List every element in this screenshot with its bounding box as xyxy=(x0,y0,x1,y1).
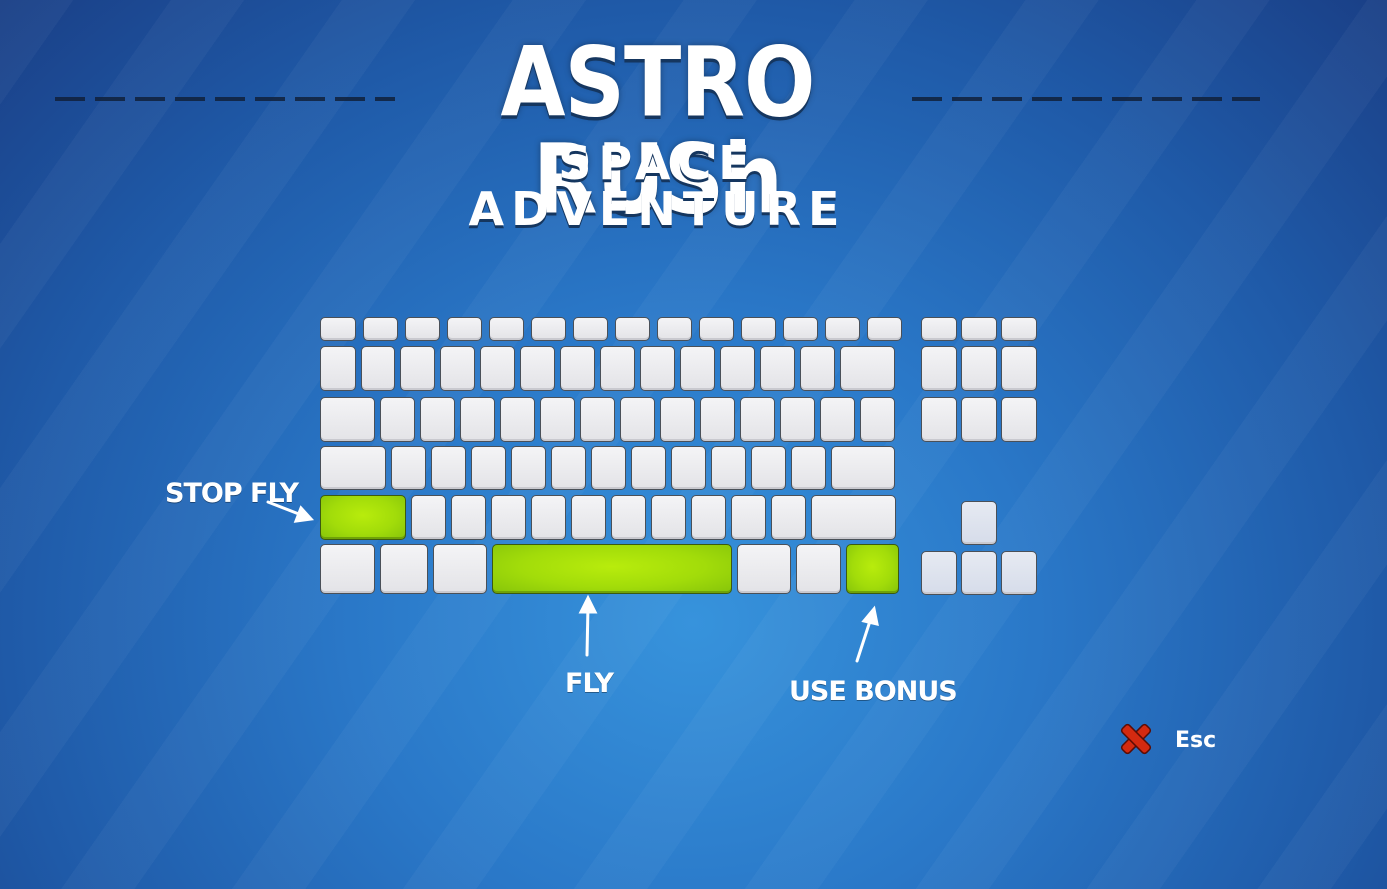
keyboard-key xyxy=(657,317,692,341)
keyboard-key xyxy=(511,446,546,490)
use-bonus-label: USE BONUS xyxy=(789,676,958,707)
keyboard-key xyxy=(961,317,997,341)
keyboard-key xyxy=(531,317,566,341)
title-divider-right xyxy=(912,97,1260,101)
keyboard-key xyxy=(711,446,746,490)
keyboard-key xyxy=(480,346,515,391)
keyboard-key xyxy=(671,446,706,490)
keyboard-key xyxy=(440,346,475,391)
keyboard-key xyxy=(860,397,895,442)
keyboard-key xyxy=(363,317,398,341)
keyboard-key xyxy=(840,346,895,391)
keyboard-key xyxy=(520,346,555,391)
keyboard-key xyxy=(800,346,835,391)
keyboard-key xyxy=(320,397,375,442)
keyboard-key xyxy=(560,346,595,391)
keyboard-key xyxy=(780,397,815,442)
keyboard-key xyxy=(571,495,606,540)
keyboard-key xyxy=(540,397,575,442)
keyboard-key xyxy=(447,317,482,341)
keyboard-key xyxy=(531,495,566,540)
arrow-right-key xyxy=(1001,551,1037,595)
keyboard-key xyxy=(1001,397,1037,442)
keyboard-key xyxy=(699,317,734,341)
keyboard-key xyxy=(361,346,395,391)
arrow-down-key xyxy=(961,551,997,595)
keyboard-key xyxy=(471,446,506,490)
keyboard-key xyxy=(825,317,860,341)
keyboard-key xyxy=(680,346,715,391)
keyboard-key xyxy=(551,446,586,490)
keyboard-key xyxy=(737,544,791,594)
fly-label: FLY xyxy=(565,668,614,699)
close-x-icon[interactable] xyxy=(1117,720,1155,758)
keyboard-key xyxy=(573,317,608,341)
keyboard-key xyxy=(651,495,686,540)
keyboard-key xyxy=(1001,317,1037,341)
keyboard-key xyxy=(491,495,526,540)
keyboard-key xyxy=(615,317,650,341)
keyboard-key xyxy=(400,346,435,391)
keyboard-key xyxy=(391,446,426,490)
keyboard-key xyxy=(771,495,806,540)
keyboard-key xyxy=(489,317,524,341)
keyboard-key xyxy=(640,346,675,391)
arrow-left-key xyxy=(921,551,957,595)
keyboard-key xyxy=(741,317,776,341)
keyboard-key xyxy=(320,446,386,490)
keyboard-key xyxy=(783,317,818,341)
keyboard-key xyxy=(1001,346,1037,391)
keyboard-key xyxy=(796,544,841,594)
keyboard-key xyxy=(320,346,356,391)
keyboard-key xyxy=(921,346,957,391)
keyboard-key xyxy=(720,346,755,391)
game-subtitle: SPACE ADVENTURE xyxy=(468,136,847,236)
keyboard-key xyxy=(867,317,902,341)
esc-label[interactable]: Esc xyxy=(1175,728,1216,753)
stop-fly-key-shift xyxy=(320,495,406,540)
keyboard-key xyxy=(620,397,655,442)
keyboard-key xyxy=(500,397,535,442)
keyboard-key xyxy=(791,446,826,490)
keyboard-key xyxy=(451,495,486,540)
keyboard-key xyxy=(731,495,766,540)
keyboard-key xyxy=(460,397,495,442)
keyboard-key xyxy=(831,446,895,490)
keyboard-key xyxy=(961,397,997,442)
keyboard-key xyxy=(433,544,487,594)
keyboard-key xyxy=(961,346,997,391)
keyboard-key xyxy=(580,397,615,442)
stop-fly-label: STOP FLY xyxy=(165,478,299,509)
keyboard-key xyxy=(431,446,466,490)
keyboard-key xyxy=(320,317,356,341)
keyboard-key xyxy=(600,346,635,391)
keyboard-key xyxy=(691,495,726,540)
keyboard-key xyxy=(380,544,428,594)
keyboard-key xyxy=(380,397,415,442)
use-bonus-key-ctrl xyxy=(846,544,899,594)
fly-key-space xyxy=(492,544,732,594)
keyboard-key xyxy=(751,446,786,490)
keyboard-key xyxy=(740,397,775,442)
keyboard-key xyxy=(660,397,695,442)
arrow-up-key xyxy=(961,501,997,545)
keyboard-key xyxy=(591,446,626,490)
keyboard-key xyxy=(611,495,646,540)
keyboard-key xyxy=(411,495,446,540)
keyboard-key xyxy=(760,346,795,391)
keyboard-key xyxy=(921,397,957,442)
keyboard-key xyxy=(320,544,375,594)
keyboard-key xyxy=(811,495,896,540)
keyboard-key xyxy=(700,397,735,442)
keyboard-key xyxy=(405,317,440,341)
keyboard-key xyxy=(820,397,855,442)
keyboard-key xyxy=(921,317,957,341)
keyboard-key xyxy=(631,446,666,490)
keyboard-key xyxy=(420,397,455,442)
title-divider-left xyxy=(55,97,395,101)
